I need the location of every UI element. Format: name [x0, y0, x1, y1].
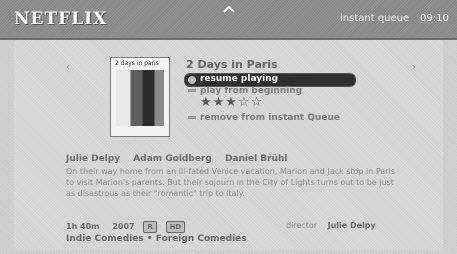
cast-member: Daniel Brühl: [224, 154, 288, 164]
previous-arrow-icon[interactable]: ‹: [66, 62, 70, 73]
cast-member: Julie Delpy: [66, 154, 121, 164]
resume-playing-button[interactable]: resume playing: [184, 73, 356, 87]
director-info: director Julie Delpy: [286, 221, 376, 230]
up-chevron-icon[interactable]: [223, 4, 235, 14]
netflix-screen: NETFLIX instant queue 09:10 ‹ › 2 days i…: [0, 0, 457, 254]
movie-poster: 2 days in paris: [110, 57, 170, 137]
top-bar: NETFLIX instant queue 09:10: [0, 0, 457, 40]
hd-badge: HD: [165, 221, 186, 233]
clock: 09:10: [420, 13, 449, 24]
director-label: director: [286, 221, 318, 230]
star-rating[interactable]: ★★★☆☆: [200, 95, 263, 110]
poster-photo: [116, 70, 164, 126]
play-icon: [188, 76, 196, 84]
poster-title: 2 days in paris: [115, 60, 159, 67]
release-year: 2007: [112, 222, 135, 231]
movie-meta: 1h 40m 2007 R HD: [66, 221, 186, 233]
cast-member: Adam Goldberg: [133, 154, 212, 164]
movie-title: 2 Days in Paris: [186, 58, 278, 71]
bullet-icon: [188, 89, 196, 92]
netflix-logo: NETFLIX: [14, 9, 108, 29]
remove-from-queue-button[interactable]: remove from instant Queue: [188, 113, 340, 123]
next-arrow-icon[interactable]: ›: [412, 62, 416, 73]
director-name: Julie Delpy: [327, 221, 376, 230]
synopsis: On their way home from an ill-fated Veni…: [66, 167, 395, 198]
cast-list: Julie Delpy Adam Goldberg Daniel Brühl: [66, 154, 298, 164]
genres: Indie Comedies • Foreign Comedies: [66, 234, 247, 244]
remove-from-queue-label: remove from instant Queue: [200, 113, 340, 123]
movie-detail-panel: ‹ ›: [14, 40, 443, 250]
instant-queue-label: instant queue: [340, 13, 410, 24]
runtime: 1h 40m: [66, 222, 100, 231]
resume-playing-label: resume playing: [200, 74, 279, 84]
mpaa-rating-badge: R: [143, 221, 157, 233]
bullet-icon: [188, 116, 196, 119]
